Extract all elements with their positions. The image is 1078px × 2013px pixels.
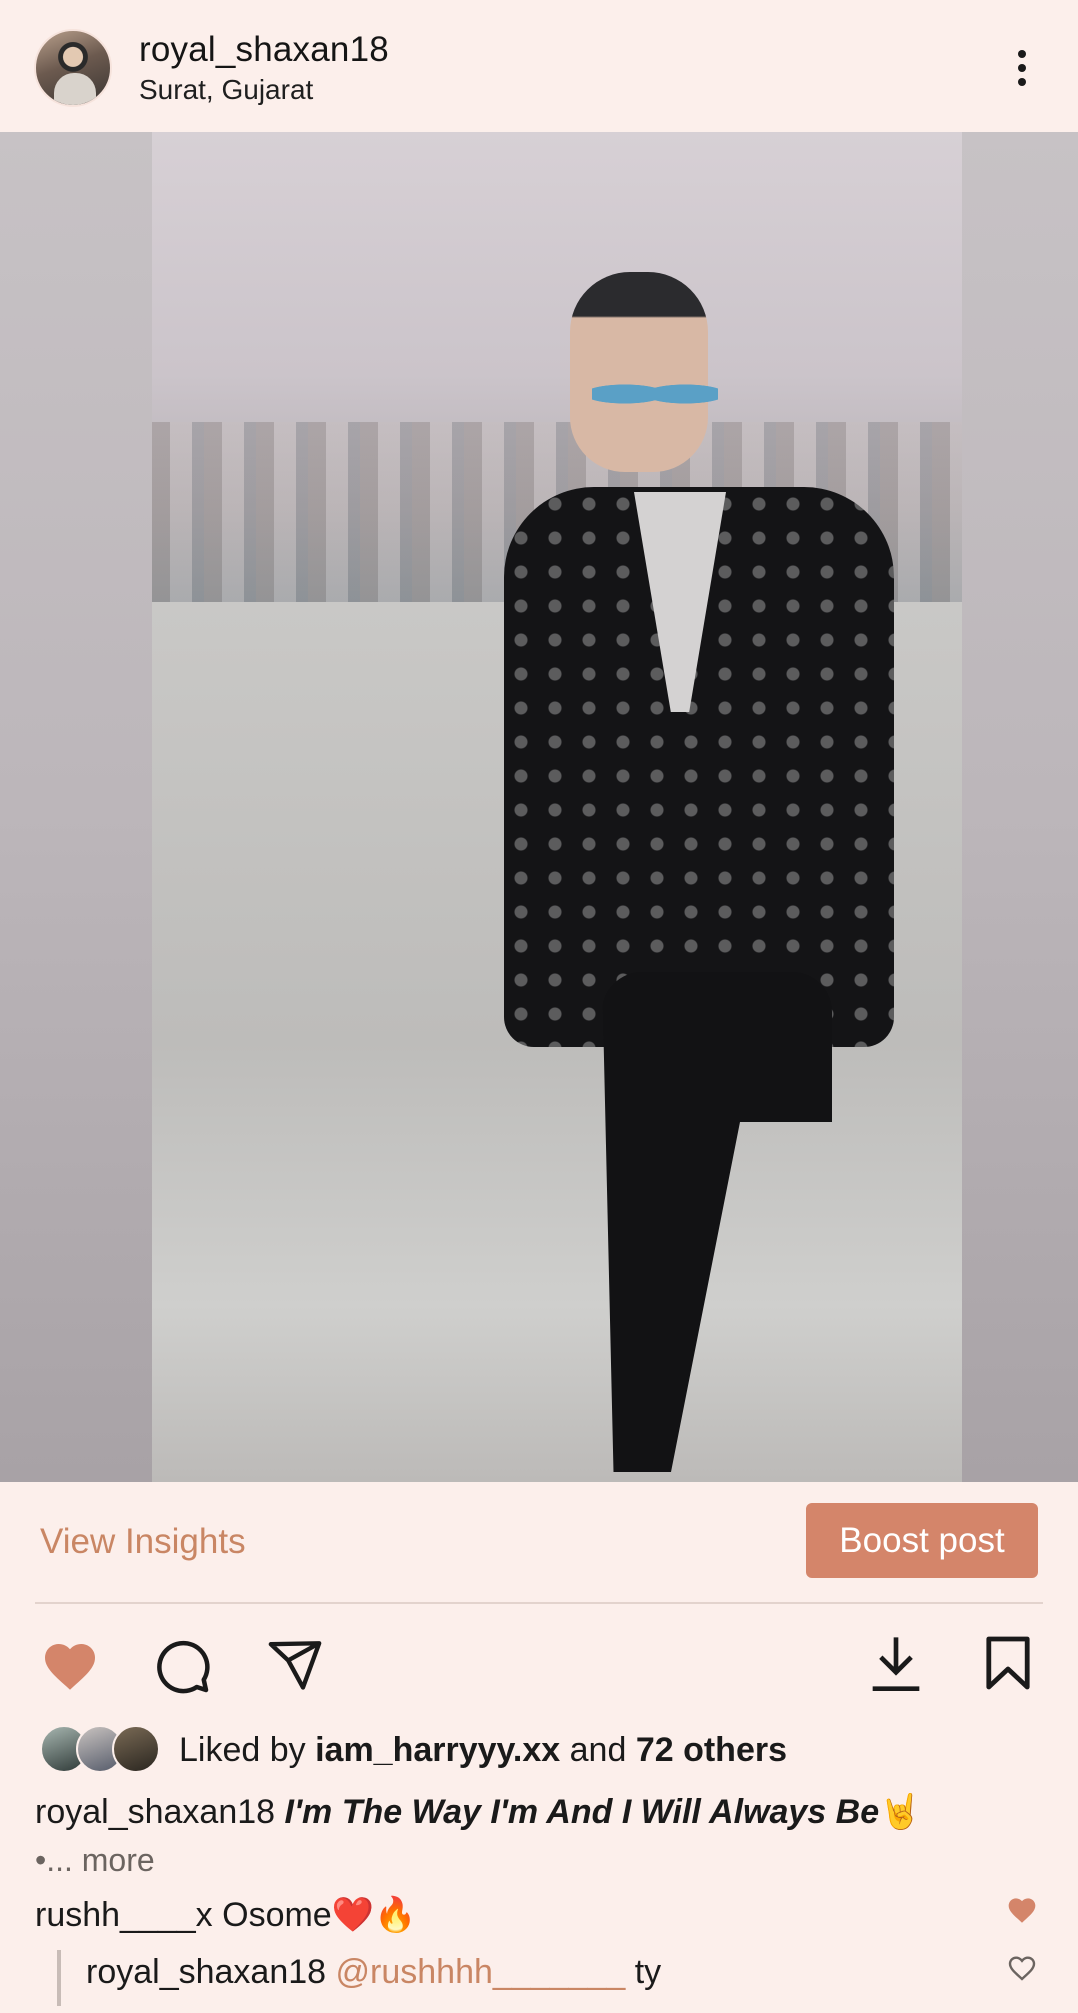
reply-text: ty xyxy=(625,1953,662,1991)
liked-by-avatars[interactable] xyxy=(40,1725,160,1775)
caption-username[interactable]: royal_shaxan18 xyxy=(35,1793,275,1831)
comment-username[interactable]: rushh____x xyxy=(35,1896,213,1934)
post-image[interactable] xyxy=(0,132,1078,1482)
comment-heart-outline-icon[interactable] xyxy=(1006,1952,1038,1982)
comment-reply: royal_shaxan18 @rushhhh_______ ty xyxy=(86,1953,661,1992)
caption-more-link[interactable]: •... more xyxy=(35,1842,155,1879)
view-insights-link[interactable]: View Insights xyxy=(40,1522,246,1562)
reply-username[interactable]: royal_shaxan18 xyxy=(86,1953,326,1991)
profile-avatar[interactable] xyxy=(34,29,112,107)
liked-by-user[interactable]: iam_harryyy.xx xyxy=(315,1731,560,1769)
more-vertical-icon[interactable] xyxy=(1004,40,1040,96)
comment-text: Osome❤️🔥 xyxy=(212,1896,417,1934)
reply-indent-bar xyxy=(57,1950,61,2006)
liked-by-text[interactable]: Liked by iam_harryyy.xx and 72 others xyxy=(179,1731,787,1770)
bookmark-icon[interactable] xyxy=(984,1634,1032,1692)
comment: rushh____x Osome❤️🔥 xyxy=(35,1895,416,1935)
reply-mention[interactable]: @rushhhh_______ xyxy=(336,1953,626,1991)
post-caption: royal_shaxan18 I'm The Way I'm And I Wil… xyxy=(35,1792,1055,1832)
post-location[interactable]: Surat, Gujarat xyxy=(139,74,313,106)
caption-emoji: 🤘 xyxy=(879,1793,922,1831)
liked-by-prefix: Liked by xyxy=(179,1731,316,1769)
comment-heart-filled-icon[interactable] xyxy=(1006,1894,1038,1924)
send-icon[interactable] xyxy=(264,1636,326,1694)
post-header: royal_shaxan18 Surat, Gujarat xyxy=(0,0,1078,132)
liked-by-middle: and xyxy=(560,1731,636,1769)
avatar xyxy=(112,1725,160,1773)
post-username[interactable]: royal_shaxan18 xyxy=(139,30,389,70)
caption-text: I'm The Way I'm And I Will Always Be xyxy=(284,1793,880,1831)
sunglasses xyxy=(592,372,718,416)
heart-filled-icon[interactable] xyxy=(40,1636,100,1692)
post-photo-content xyxy=(152,132,962,1482)
boost-post-button[interactable]: Boost post xyxy=(806,1503,1038,1578)
liked-by-others[interactable]: 72 others xyxy=(636,1731,787,1769)
download-icon[interactable] xyxy=(868,1632,924,1694)
divider xyxy=(35,1602,1043,1604)
comment-icon[interactable] xyxy=(152,1636,212,1696)
insights-row: View Insights Boost post xyxy=(0,1482,1078,1604)
